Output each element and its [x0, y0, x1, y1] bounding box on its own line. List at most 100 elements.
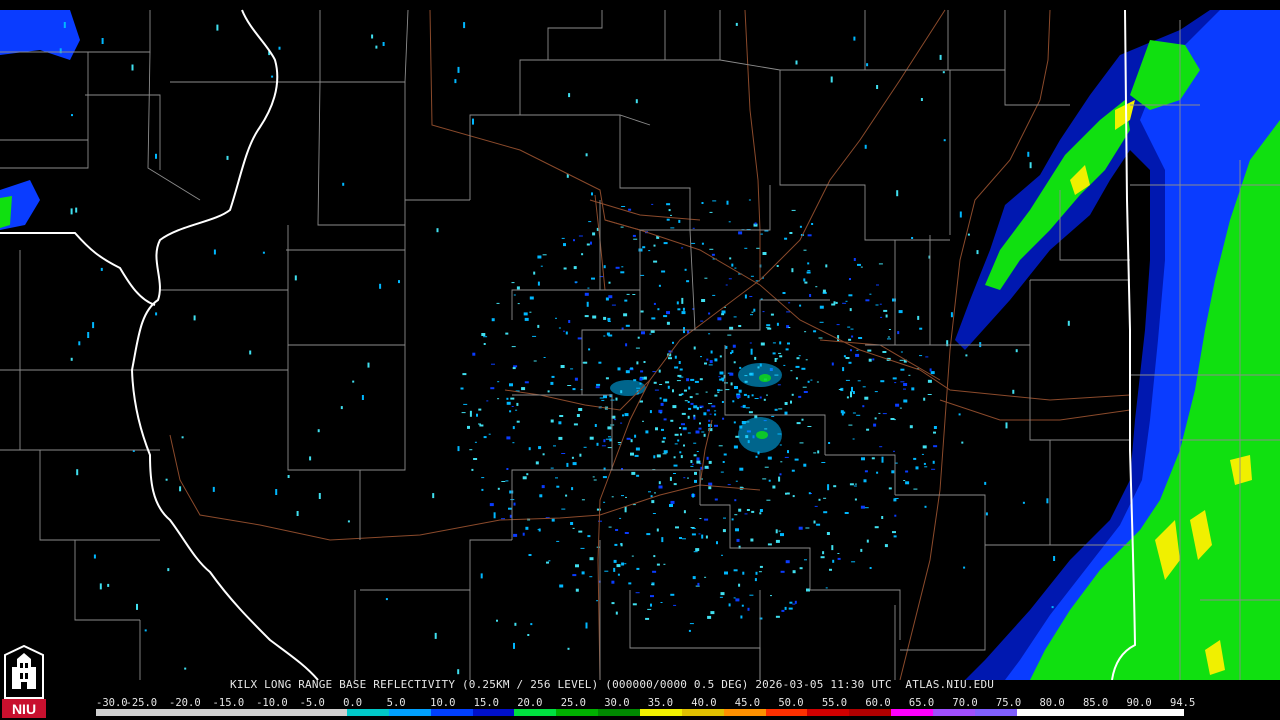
clutter-echo	[573, 423, 578, 426]
clutter-echo	[528, 447, 531, 451]
clutter-echo	[780, 533, 784, 537]
clutter-echo	[903, 480, 906, 481]
clutter-echo	[727, 484, 731, 486]
clutter-echo	[663, 450, 668, 454]
echo-cluster	[738, 363, 782, 387]
clutter-echo	[617, 367, 621, 371]
clutter-echo	[807, 234, 812, 237]
clutter-echo	[872, 358, 875, 361]
county-line	[719, 10, 866, 71]
clutter-echo	[668, 357, 672, 360]
clutter-echo	[706, 358, 709, 361]
clutter-echo	[722, 529, 726, 533]
clutter-echo	[481, 333, 486, 336]
clutter-echo	[667, 385, 670, 389]
clutter-echo	[724, 571, 728, 575]
clutter-echo	[774, 408, 778, 411]
clutter-echo	[589, 576, 593, 578]
scale-swatch	[556, 709, 599, 716]
clutter-echo	[556, 540, 560, 542]
clutter-echo	[723, 517, 726, 519]
clutter-echo	[717, 391, 720, 393]
clutter-echo	[661, 537, 664, 543]
clutter-echo	[826, 532, 830, 535]
clutter-echo	[193, 315, 196, 321]
clutter-echo	[720, 592, 725, 596]
clutter-echo	[512, 367, 516, 370]
clutter-echo	[585, 622, 588, 629]
clutter-echo	[883, 309, 888, 312]
clutter-echo	[742, 404, 746, 408]
clutter-echo	[849, 278, 851, 280]
clutter-echo	[342, 182, 345, 186]
county-line	[700, 504, 811, 590]
clutter-echo	[673, 456, 676, 459]
clutter-echo	[635, 347, 640, 349]
clutter-echo	[70, 208, 73, 215]
clutter-echo	[226, 155, 229, 160]
reflectivity-echoes	[0, 10, 1280, 680]
clutter-echo	[626, 293, 630, 295]
scale-swatch	[430, 709, 473, 716]
clutter-echo	[596, 600, 599, 602]
clutter-echo	[790, 400, 792, 404]
clutter-echo	[708, 312, 711, 315]
clutter-echo	[70, 357, 73, 361]
highway	[744, 9, 761, 280]
clutter-echo	[747, 395, 750, 399]
clutter-echo	[850, 391, 852, 398]
clutter-echo	[660, 602, 663, 603]
clutter-echo	[679, 368, 683, 371]
clutter-echo	[683, 444, 685, 447]
clutter-echo	[650, 595, 654, 598]
scale-label: 80.0	[1039, 697, 1065, 709]
clutter-echo	[911, 237, 914, 239]
clutter-echo	[728, 278, 732, 280]
clutter-echo	[601, 445, 606, 447]
county-line	[0, 52, 89, 169]
clutter-echo	[551, 518, 555, 522]
clutter-echo	[620, 422, 623, 424]
clutter-echo	[748, 411, 753, 414]
clutter-echo	[731, 518, 734, 521]
clutter-echo	[876, 471, 879, 474]
clutter-echo	[631, 471, 636, 475]
clutter-echo	[848, 424, 853, 426]
clutter-echo	[895, 403, 900, 407]
clutter-echo	[789, 601, 793, 604]
highway	[429, 9, 641, 231]
clutter-echo	[648, 491, 651, 493]
clutter-echo	[525, 526, 529, 530]
clutter-echo	[670, 593, 675, 596]
clutter-echo	[887, 336, 890, 338]
clutter-echo	[478, 423, 481, 425]
clutter-echo	[729, 257, 732, 260]
clutter-echo	[831, 303, 836, 306]
clutter-echo	[766, 394, 768, 396]
clutter-echo	[491, 318, 495, 322]
clutter-echo	[385, 598, 388, 601]
scale-label: 10.0	[430, 697, 456, 709]
clutter-echo	[687, 415, 690, 419]
clutter-echo	[743, 393, 747, 396]
clutter-echo	[92, 322, 95, 329]
clutter-echo	[847, 326, 851, 328]
clutter-echo	[651, 203, 654, 205]
clutter-echo	[630, 367, 634, 370]
clutter-echo	[830, 76, 833, 83]
clutter-echo	[632, 603, 637, 606]
clutter-echo	[799, 442, 804, 444]
clutter-echo	[473, 458, 478, 460]
clutter-echo	[589, 557, 594, 561]
clutter-echo	[598, 361, 602, 364]
clutter-echo	[501, 518, 505, 520]
clutter-echo	[849, 308, 852, 312]
clutter-echo	[851, 386, 853, 392]
clutter-echo	[553, 445, 556, 447]
clutter-echo	[654, 492, 656, 494]
clutter-echo	[933, 431, 936, 434]
clutter-echo	[367, 362, 370, 368]
clutter-echo	[710, 350, 713, 354]
clutter-echo	[483, 343, 486, 345]
clutter-echo	[754, 398, 759, 399]
